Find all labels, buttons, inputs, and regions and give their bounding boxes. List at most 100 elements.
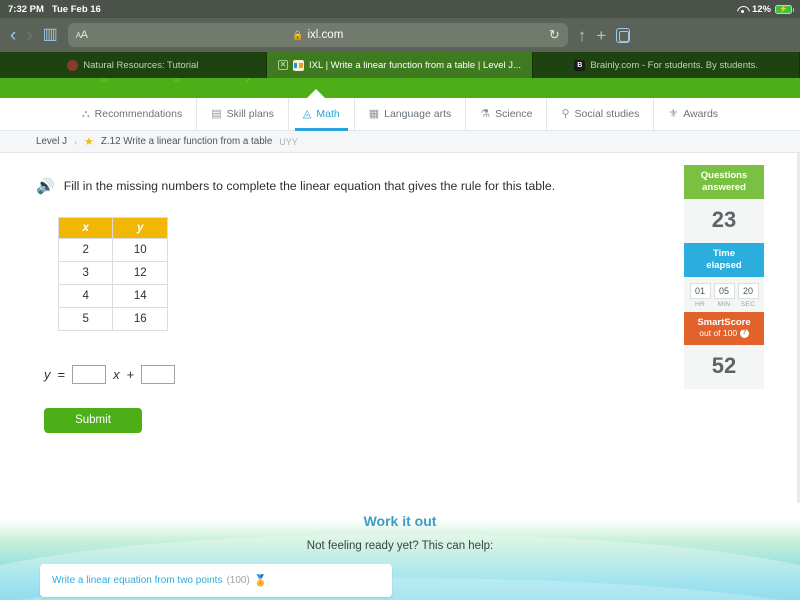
nav-label: Social studies	[574, 108, 640, 120]
speaker-icon[interactable]: 🔊	[36, 178, 55, 196]
reader-size-button[interactable]: AA	[76, 29, 88, 41]
help-skill-card[interactable]: Write a linear equation from two points …	[40, 564, 392, 597]
wifi-icon	[737, 5, 748, 14]
nav-label: Science	[495, 108, 533, 120]
column-header-x: x	[57, 216, 114, 239]
nav-item-awards[interactable]: ⚜ Awards	[654, 98, 732, 131]
url-display: 🔒 ixl.com	[68, 29, 568, 41]
battery-charging-icon: ⚡	[775, 4, 794, 14]
clock-hours-label: HR	[695, 300, 705, 308]
header-logo-remnant: g g y	[100, 78, 283, 83]
ios-status-bar: 7:32 PM Tue Feb 16 12% ⚡	[0, 0, 800, 18]
nav-item-skill-plans[interactable]: ▤ Skill plans	[197, 97, 289, 131]
nav-label: Language arts	[384, 108, 452, 120]
subject-nav: ⛬ Recommendations ▤ Skill plans ◬ Math ▦…	[0, 97, 800, 131]
clock-seconds-label: SEC	[740, 300, 756, 308]
forward-icon[interactable]: ›	[26, 26, 32, 45]
nav-label: Awards	[683, 108, 719, 120]
brainly-favicon: B	[574, 59, 586, 71]
table-row: 4 14	[57, 283, 168, 308]
url-text: ixl.com	[307, 29, 344, 41]
help-skill-count: (100)	[226, 575, 250, 586]
clock-hours: 01 HR	[689, 282, 711, 308]
progress-sidebar: Questions answered 23 Time elapsed 01 HR…	[684, 165, 764, 390]
browser-tab[interactable]: Natural Resources: Tutorial	[0, 52, 267, 78]
ixl-favicon	[293, 59, 305, 71]
safari-tab-strip: Natural Resources: Tutorial ✕ IXL | Writ…	[0, 52, 800, 78]
clock-hours-value: 01	[689, 282, 711, 299]
breadcrumb-skill: Z.12 Write a linear function from a tabl…	[100, 136, 273, 147]
cell-y: 12	[112, 260, 168, 285]
address-bar[interactable]: AA 🔒 ixl.com ↻	[67, 23, 568, 47]
status-indicators: 12% ⚡	[737, 3, 794, 15]
status-time: 7:32 PM	[8, 3, 44, 15]
questions-answered-title-2: answered	[702, 181, 746, 193]
nav-item-recommendations[interactable]: ⛬ Recommendations	[68, 97, 198, 131]
question-area: 🔊 Fill in the missing numbers to complet…	[0, 153, 800, 503]
flask-icon: ⚗	[480, 107, 491, 120]
book-icon[interactable]: ▥	[43, 27, 58, 43]
nav-item-social-studies[interactable]: ⚲ Social studies	[547, 97, 655, 131]
time-elapsed-title-1: Time	[712, 247, 735, 259]
star-icon[interactable]: ★	[84, 135, 94, 148]
values-table: x y 2 10 3 12 4 14 5 16	[57, 216, 168, 331]
nav-item-science[interactable]: ⚗ Science	[466, 97, 548, 131]
compass-icon: ◬	[302, 107, 312, 120]
equation-answer-row: y = x +	[44, 364, 684, 384]
questions-answered-value: 23	[684, 198, 764, 243]
question-prompt: Fill in the missing numbers to complete …	[63, 179, 556, 193]
slope-input[interactable]	[72, 364, 107, 384]
ixl-site-header: g g y	[0, 78, 800, 98]
nav-item-language-arts[interactable]: ▦ Language arts	[355, 97, 467, 131]
nav-item-math[interactable]: ◬ Math	[289, 97, 355, 131]
time-elapsed-clock: 01 HR 05 MIN 20 SEC	[684, 276, 764, 312]
intercept-input[interactable]	[141, 364, 176, 384]
clock-minutes: 05 MIN	[713, 282, 735, 308]
cell-x: 5	[57, 306, 114, 331]
breadcrumb-level[interactable]: Level J	[36, 136, 67, 147]
tab-title: IXL | Write a linear function from a tab…	[309, 59, 521, 71]
submit-button[interactable]: Submit	[44, 407, 142, 433]
clock-minutes-value: 05	[713, 282, 735, 299]
smartscore-subtitle: out of 100	[699, 328, 738, 339]
clipboard-icon: ▤	[211, 107, 222, 120]
work-it-out-section: Work it out Not feeling ready yet? This …	[0, 503, 800, 600]
tabs-icon[interactable]	[616, 27, 631, 43]
reload-icon[interactable]: ↻	[549, 27, 560, 43]
equation-equals: =	[57, 366, 66, 382]
browser-tab-active[interactable]: ✕ IXL | Write a linear function from a t…	[266, 52, 534, 78]
medal-icon: 🏅	[253, 575, 268, 587]
tab-title: Brainly.com - For students. By students.	[590, 59, 759, 71]
cell-x: 2	[57, 237, 114, 262]
browser-tab[interactable]: B Brainly.com - For students. By student…	[533, 52, 800, 78]
time-elapsed-header: Time elapsed	[684, 242, 764, 277]
work-it-out-subtitle: Not feeling ready yet? This can help:	[306, 540, 494, 552]
smartscore-title: SmartScore	[697, 316, 751, 328]
book-open-icon: ▦	[368, 107, 380, 120]
cell-y: 14	[112, 283, 168, 308]
help-skill-link[interactable]: Write a linear equation from two points	[52, 575, 222, 586]
battery-percent-label: 12%	[751, 3, 771, 15]
lock-icon: 🔒	[292, 29, 304, 40]
smartscore-subtitle-row: out of 100 ?	[686, 328, 762, 340]
back-icon[interactable]: ‹	[10, 26, 16, 45]
clock-seconds-value: 20	[737, 282, 759, 299]
table-header-row: x y	[57, 216, 168, 239]
cell-x: 4	[57, 283, 114, 308]
questions-answered-title-1: Questions	[700, 170, 748, 181]
question-mark-icon[interactable]: ?	[739, 329, 749, 339]
close-icon[interactable]: ✕	[278, 60, 289, 70]
globe-favicon	[67, 59, 79, 71]
chevron-right-icon: ›	[74, 136, 78, 147]
column-header-y: y	[112, 216, 168, 239]
cell-x: 3	[57, 260, 114, 285]
table-row: 3 12	[57, 260, 168, 285]
plus-icon[interactable]: +	[596, 27, 606, 44]
tab-title: Natural Resources: Tutorial	[83, 59, 199, 71]
share-icon[interactable]: ↑	[578, 27, 587, 44]
globe-stand-icon: ⚲	[561, 107, 570, 120]
smartscore-value: 52	[684, 345, 764, 390]
question-panel: 🔊 Fill in the missing numbers to complet…	[0, 153, 684, 503]
table-row: 5 16	[57, 306, 168, 331]
clock-minutes-label: MIN	[717, 300, 731, 308]
